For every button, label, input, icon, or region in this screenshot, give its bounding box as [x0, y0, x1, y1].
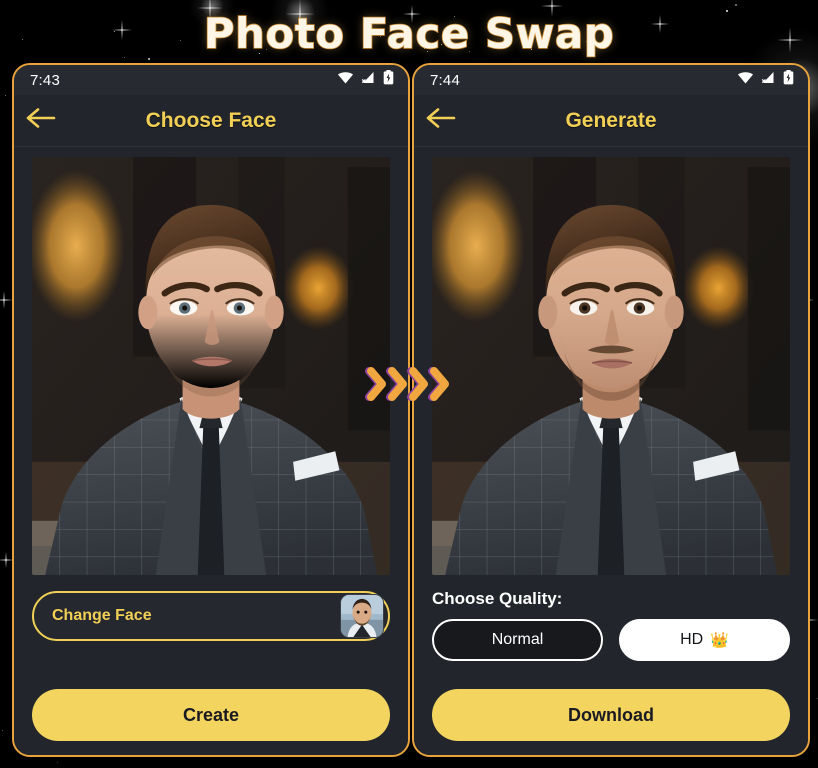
- app-bar-left: Choose Face: [14, 95, 408, 147]
- screen-body-right: Choose Quality: Normal HD 👑 Download: [414, 147, 808, 755]
- result-photo[interactable]: [432, 157, 790, 575]
- wifi-icon: [737, 71, 754, 89]
- status-icon-group: [737, 70, 794, 90]
- quality-option-normal-label: Normal: [491, 631, 544, 648]
- back-arrow-icon: [26, 107, 56, 134]
- phone-mockup-choose-face: 7:43 Choose Face Change Face Create: [12, 63, 410, 757]
- create-button[interactable]: Create: [32, 689, 390, 741]
- status-time: 7:44: [430, 71, 460, 89]
- transition-chevrons: [365, 358, 457, 410]
- selected-face-thumbnail[interactable]: [340, 594, 384, 638]
- change-face-label: Change Face: [52, 607, 152, 624]
- cellular-signal-off-icon: [361, 71, 376, 89]
- page-title: Photo Face Swap: [203, 8, 615, 59]
- title-banner: Photo Face Swap: [0, 0, 818, 66]
- status-icon-group: [337, 70, 394, 90]
- cellular-signal-off-icon: [761, 71, 776, 89]
- wifi-icon: [337, 71, 354, 89]
- quality-option-normal[interactable]: Normal: [432, 619, 603, 661]
- source-photo[interactable]: [32, 157, 390, 575]
- app-bar-title: Choose Face: [145, 108, 277, 132]
- create-button-label: Create: [182, 704, 240, 725]
- phone-mockup-generate: 7:44 Generate Choose Quality: Normal HD …: [412, 63, 810, 757]
- crown-icon: 👑: [710, 632, 729, 649]
- back-button[interactable]: [14, 107, 68, 134]
- change-face-button[interactable]: Change Face: [32, 591, 390, 641]
- quality-option-hd[interactable]: HD 👑: [619, 619, 790, 661]
- quality-options: Normal HD 👑: [432, 619, 790, 661]
- app-bar-right: Generate: [414, 95, 808, 147]
- status-time: 7:43: [30, 71, 60, 89]
- double-chevron-right-icon: [365, 367, 449, 401]
- back-button[interactable]: [414, 107, 468, 134]
- status-bar-right: 7:44: [414, 65, 808, 95]
- app-bar-title: Generate: [565, 108, 657, 132]
- battery-charging-icon: [783, 70, 794, 90]
- status-bar-left: 7:43: [14, 65, 408, 95]
- download-button[interactable]: Download: [432, 689, 790, 741]
- back-arrow-icon: [426, 107, 456, 134]
- choose-quality-label: Choose Quality:: [432, 589, 563, 608]
- screen-body-left: Change Face Create: [14, 147, 408, 755]
- battery-charging-icon: [383, 70, 394, 90]
- quality-option-hd-label: HD: [680, 631, 704, 648]
- download-button-label: Download: [568, 704, 654, 725]
